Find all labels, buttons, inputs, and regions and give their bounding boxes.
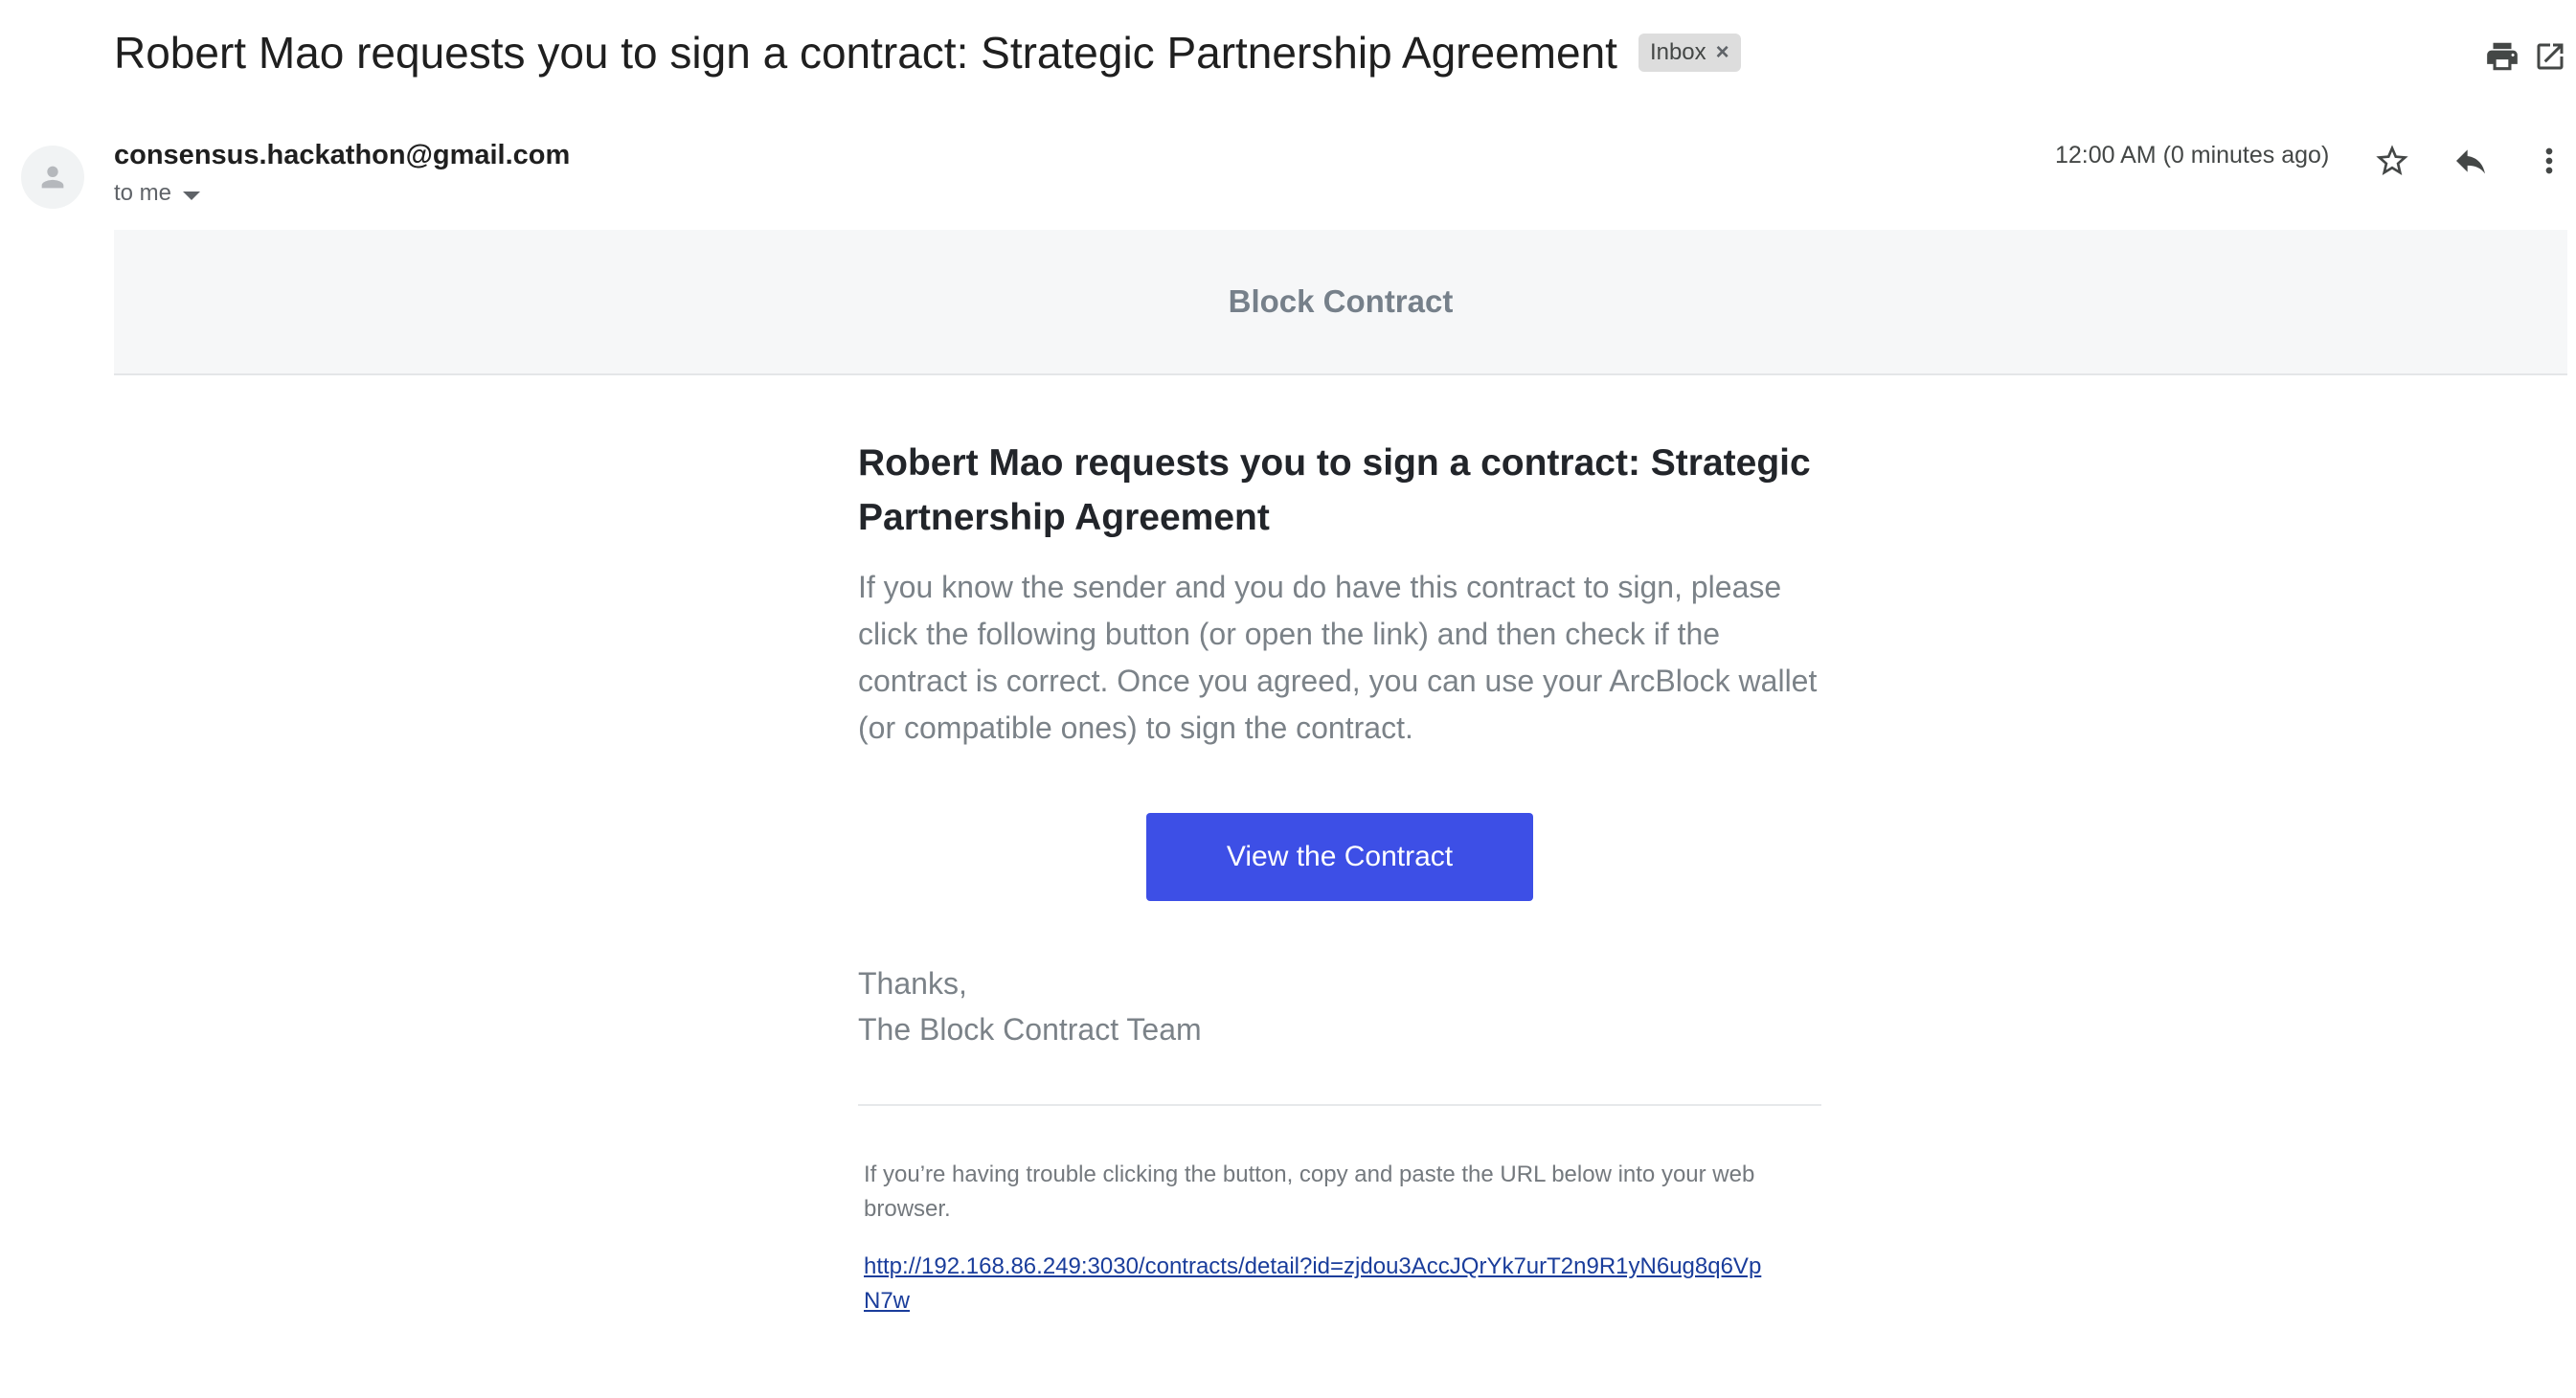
star-icon[interactable]	[2365, 134, 2419, 188]
more-vert-icon[interactable]	[2522, 134, 2576, 188]
signoff-team: The Block Contract Team	[858, 1012, 1202, 1047]
dropdown-caret-icon[interactable]	[183, 191, 201, 200]
recipient-text: to me	[114, 180, 172, 206]
body-paragraph: If you know the sender and you do have t…	[858, 570, 1818, 745]
email-banner: Block Contract	[114, 230, 2567, 375]
body-heading: Robert Mao requests you to sign a contra…	[858, 442, 1811, 538]
print-icon[interactable]	[2480, 34, 2524, 79]
view-contract-button[interactable]: View the Contract	[1146, 813, 1533, 901]
divider	[858, 1104, 1821, 1106]
inbox-label-chip[interactable]: Inbox ×	[1638, 34, 1741, 72]
trouble-text: If you’re having trouble clicking the bu…	[864, 1161, 1755, 1222]
avatar-icon	[41, 166, 64, 189]
reply-icon[interactable]	[2444, 134, 2497, 188]
signoff: Thanks, The Block Contract Team	[858, 960, 1821, 1052]
signoff-thanks: Thanks,	[858, 966, 967, 1001]
email-timestamp: 12:00 AM (0 minutes ago)	[2055, 142, 2330, 169]
remove-label-icon[interactable]: ×	[1716, 37, 1729, 68]
sender-email[interactable]: consensus.hackathon@gmail.com	[114, 140, 570, 171]
subject-text: Robert Mao requests you to sign a contra…	[114, 28, 1617, 78]
banner-title: Block Contract	[1228, 283, 1454, 319]
sender-avatar[interactable]	[21, 146, 84, 209]
button-container: View the Contract	[858, 813, 1821, 901]
recipient-details[interactable]: to me	[114, 180, 201, 207]
inbox-label-text: Inbox	[1649, 39, 1706, 65]
open-in-new-window-icon[interactable]	[2528, 34, 2572, 79]
email-body: Robert Mao requests you to sign a contra…	[858, 436, 1821, 1319]
email-subject: Robert Mao requests you to sign a contra…	[114, 27, 1741, 79]
contract-url-link[interactable]: http://192.168.86.249:3030/contracts/det…	[864, 1250, 1764, 1319]
